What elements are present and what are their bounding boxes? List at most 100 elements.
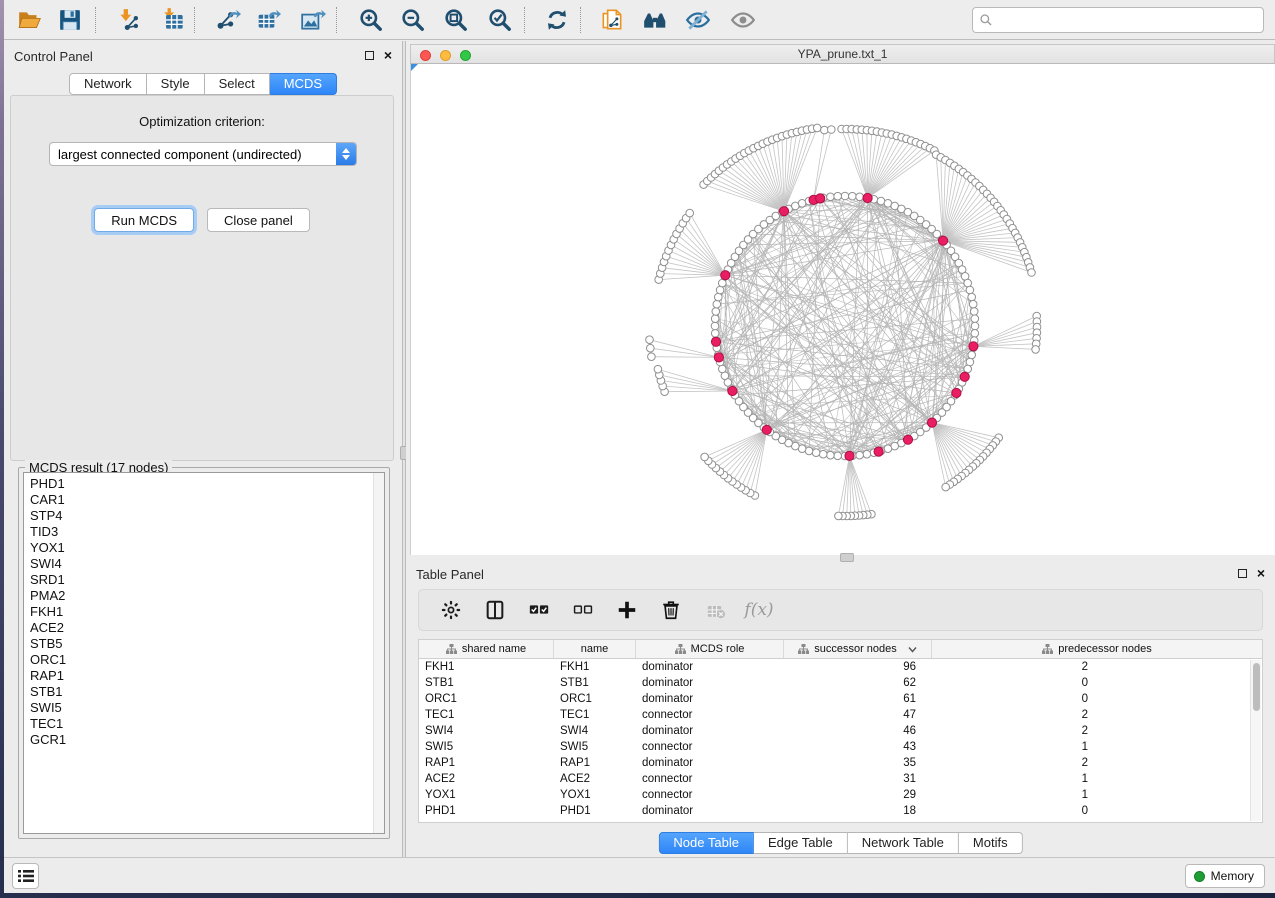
mcds-result-item[interactable]: YOX1 <box>30 540 384 556</box>
ring-node[interactable] <box>856 193 864 201</box>
mcds-hub-node[interactable] <box>863 193 872 202</box>
ring-node[interactable] <box>711 315 719 323</box>
mcds-result-item[interactable]: ORC1 <box>30 652 384 668</box>
tab-network[interactable]: Network <box>69 73 147 95</box>
sort-chevron-icon[interactable] <box>908 646 917 653</box>
ring-node[interactable] <box>971 315 979 323</box>
mcds-hub-node[interactable] <box>927 418 936 427</box>
leaf-node[interactable] <box>701 453 709 461</box>
leaf-node[interactable] <box>813 124 821 132</box>
export-image-icon[interactable] <box>299 6 327 34</box>
table-row[interactable]: STB1STB1dominator620 <box>419 675 1262 691</box>
scrollbar-thumb[interactable] <box>1253 663 1260 711</box>
tab-select[interactable]: Select <box>205 73 270 95</box>
leaf-node[interactable] <box>835 512 843 520</box>
mcds-result-item[interactable]: SWI4 <box>30 556 384 572</box>
leaf-node[interactable] <box>828 126 836 134</box>
leaf-node[interactable] <box>1032 346 1040 354</box>
settings-icon[interactable] <box>439 598 463 622</box>
ring-node[interactable] <box>834 192 842 200</box>
delete-row-icon[interactable] <box>659 598 683 622</box>
show-panels-button[interactable] <box>12 863 39 889</box>
ring-node[interactable] <box>968 293 976 301</box>
table-row[interactable]: SWI4SWI4dominator462 <box>419 723 1262 739</box>
select-all-icon[interactable] <box>527 598 551 622</box>
close-panel-button[interactable]: Close panel <box>207 208 310 232</box>
zoom-out-icon[interactable] <box>399 6 427 34</box>
table-row[interactable]: ORC1ORC1dominator610 <box>419 691 1262 707</box>
export-table-icon[interactable] <box>254 6 282 34</box>
column-header-predecessor-nodes[interactable]: predecessor nodes <box>932 640 1262 658</box>
network-search-box[interactable] <box>972 7 1264 33</box>
mcds-result-item[interactable]: ACE2 <box>30 620 384 636</box>
mcds-result-item[interactable]: TID3 <box>30 524 384 540</box>
mcds-result-item[interactable]: STB1 <box>30 684 384 700</box>
search-input[interactable] <box>998 13 1257 27</box>
ring-node[interactable] <box>827 451 835 459</box>
table-row[interactable]: RAP1RAP1dominator352 <box>419 755 1262 771</box>
maximize-window-icon[interactable] <box>460 50 471 61</box>
ring-node[interactable] <box>968 351 976 359</box>
ring-node[interactable] <box>966 286 974 294</box>
tab-edge-table[interactable]: Edge Table <box>754 832 848 854</box>
mcds-result-item[interactable]: FKH1 <box>30 604 384 620</box>
column-header-name[interactable]: name <box>554 640 636 658</box>
column-header-shared-name[interactable]: shared name <box>419 640 554 658</box>
ring-node[interactable] <box>969 300 977 308</box>
clone-network-icon[interactable] <box>598 6 626 34</box>
network-canvas[interactable] <box>410 64 1275 555</box>
ring-node[interactable] <box>849 192 857 200</box>
mcds-hub-node[interactable] <box>845 451 854 460</box>
ring-node[interactable] <box>711 330 719 338</box>
mcds-result-list[interactable]: PHD1CAR1STP4TID3YOX1SWI4SRD1PMA2FKH1ACE2… <box>23 472 385 834</box>
ring-node[interactable] <box>812 449 820 457</box>
ring-node[interactable] <box>971 330 979 338</box>
add-row-icon[interactable] <box>615 598 639 622</box>
mcds-result-item[interactable]: GCR1 <box>30 732 384 748</box>
optimization-criterion-select[interactable]: largest connected component (undirected) <box>49 142 357 166</box>
refresh-icon[interactable] <box>543 6 571 34</box>
ring-node[interactable] <box>713 300 721 308</box>
mcds-result-item[interactable]: CAR1 <box>30 492 384 508</box>
ring-node[interactable] <box>827 193 835 201</box>
ring-node[interactable] <box>834 452 842 460</box>
mcds-hub-node[interactable] <box>960 372 969 381</box>
mcds-result-item[interactable]: STP4 <box>30 508 384 524</box>
mcds-hub-node[interactable] <box>721 271 730 280</box>
leaf-node[interactable] <box>686 209 694 217</box>
open-file-icon[interactable] <box>16 6 44 34</box>
node-table[interactable]: shared namenameMCDS rolesuccessor nodesp… <box>418 639 1263 823</box>
table-row[interactable]: SWI5SWI5connector431 <box>419 739 1262 755</box>
binoculars-icon[interactable] <box>641 6 669 34</box>
mcds-hub-node[interactable] <box>779 207 788 216</box>
ring-node[interactable] <box>712 308 720 316</box>
show-all-icon[interactable] <box>729 6 757 34</box>
save-session-icon[interactable] <box>56 6 84 34</box>
leaf-node[interactable] <box>1028 269 1036 277</box>
zoom-fit-icon[interactable] <box>442 6 470 34</box>
tab-mcds[interactable]: MCDS <box>270 73 337 95</box>
mcds-result-item[interactable]: PHD1 <box>30 476 384 492</box>
ring-node[interactable] <box>841 192 849 200</box>
table-row[interactable]: YOX1YOX1connector291 <box>419 787 1262 803</box>
run-mcds-button[interactable]: Run MCDS <box>94 208 194 232</box>
import-table-icon[interactable] <box>159 6 187 34</box>
mcds-result-item[interactable]: SWI5 <box>30 700 384 716</box>
table-row[interactable]: PHD1PHD1dominator180 <box>419 803 1262 819</box>
column-header-successor-nodes[interactable]: successor nodes <box>784 640 932 658</box>
leaf-node[interactable] <box>648 353 656 361</box>
table-row[interactable]: ACE2ACE2connector311 <box>419 771 1262 787</box>
leaf-node[interactable] <box>647 344 655 352</box>
ring-node[interactable] <box>971 322 979 330</box>
mcds-hub-node[interactable] <box>816 194 825 203</box>
table-row[interactable]: FKH1FKH1dominator962 <box>419 659 1262 675</box>
tab-style[interactable]: Style <box>147 73 205 95</box>
network-graph[interactable] <box>411 64 1275 555</box>
float-panel-icon[interactable] <box>1238 569 1247 578</box>
mcds-result-item[interactable]: SRD1 <box>30 572 384 588</box>
ring-node[interactable] <box>863 450 871 458</box>
minimize-window-icon[interactable] <box>440 50 451 61</box>
mcds-hub-node[interactable] <box>714 353 723 362</box>
tab-motifs[interactable]: Motifs <box>959 832 1023 854</box>
ring-node[interactable] <box>715 293 723 301</box>
